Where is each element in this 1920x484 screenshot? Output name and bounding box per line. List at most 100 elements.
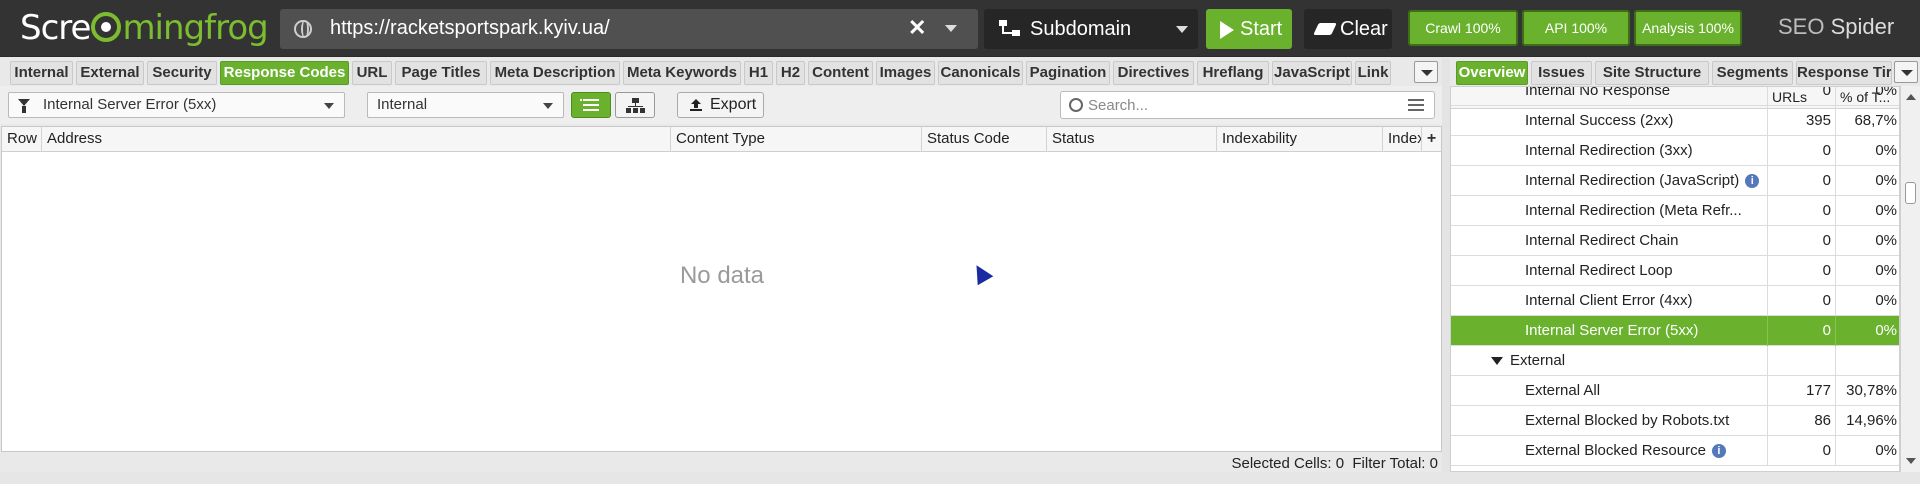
overview-row[interactable]: Internal Success (2xx) 395 68,7%	[1451, 106, 1899, 136]
more-tabs-chevron-icon[interactable]	[1414, 61, 1438, 83]
tab-hreflang[interactable]: Hreflang	[1197, 61, 1269, 85]
overview-row-label: Internal Redirection (3xx)	[1525, 142, 1693, 159]
overview-row[interactable]: External All 177 30,78%	[1451, 376, 1899, 406]
url-field[interactable]: https://racketsportspark.kyiv.ua/ ✕	[280, 9, 978, 49]
overview-row[interactable]: Internal Redirect Loop 0 0%	[1451, 256, 1899, 286]
tab-response-times[interactable]: Response Tir	[1796, 61, 1892, 85]
tab-url[interactable]: URL	[352, 61, 392, 85]
tab-h2[interactable]: H2	[776, 61, 805, 85]
tab-link[interactable]: Link	[1355, 61, 1391, 85]
table-header: Row Address Content Type Status Code Sta…	[2, 127, 1441, 152]
tree-view-button[interactable]	[615, 92, 655, 118]
tab-meta-description[interactable]: Meta Description	[490, 61, 620, 85]
overview-row[interactable]: Internal Client Error (4xx) 0 0%	[1451, 286, 1899, 316]
overview-row-label: Internal Server Error (5xx)	[1525, 322, 1699, 339]
overview-row-label: External Blocked by Robots.txt	[1525, 412, 1730, 429]
tab-external[interactable]: External	[76, 61, 144, 85]
tab-response-codes[interactable]: Response Codes	[220, 61, 349, 85]
filter-toolbar: Internal Server Error (5xx) Internal Exp…	[0, 86, 1442, 124]
tab-meta-keywords[interactable]: Meta Keywords	[623, 61, 741, 85]
clear-url-icon[interactable]: ✕	[908, 15, 926, 41]
results-table: Row Address Content Type Status Code Sta…	[1, 126, 1442, 452]
overview-row-urls: 0	[1767, 87, 1835, 106]
overview-row[interactable]: Internal Server Error (5xx) 0 0%	[1451, 316, 1899, 346]
side-tab-bar: Overview Issues Site Structure Segments …	[1450, 58, 1920, 86]
scope-select[interactable]: Internal	[367, 92, 564, 118]
more-side-tabs-chevron-icon[interactable]	[1894, 61, 1918, 83]
tab-h1[interactable]: H1	[744, 61, 773, 85]
tab-pagination[interactable]: Pagination	[1026, 61, 1110, 85]
overview-row-label: External	[1510, 352, 1566, 369]
tab-security[interactable]: Security	[147, 61, 217, 85]
scroll-down-icon[interactable]	[1906, 458, 1916, 464]
column-header-content-type[interactable]: Content Type	[671, 127, 922, 152]
expand-triangle-icon[interactable]	[1491, 357, 1503, 365]
overview-row-label: Internal Client Error (4xx)	[1525, 292, 1693, 309]
info-icon[interactable]: i	[1745, 174, 1760, 188]
tab-segments[interactable]: Segments	[1712, 61, 1793, 85]
list-view-icon	[580, 99, 582, 101]
tab-images[interactable]: Images	[876, 61, 935, 85]
overview-row-percent: 0%	[1835, 286, 1899, 316]
start-label: Start	[1240, 18, 1283, 40]
overview-row[interactable]: Internal Redirection (Meta Refr... 0 0%	[1451, 196, 1899, 226]
overview-scrollbar[interactable]	[1900, 86, 1920, 472]
chevron-down-icon	[1176, 26, 1188, 33]
scroll-up-icon[interactable]	[1906, 94, 1916, 100]
start-button[interactable]: Start	[1206, 9, 1292, 49]
overview-row-urls: 0	[1767, 316, 1835, 346]
eraser-icon	[1313, 23, 1337, 35]
overview-row-label: Internal Redirection (JavaScript) i	[1525, 166, 1761, 195]
overview-row-urls: 0	[1767, 256, 1835, 286]
filter-select[interactable]: Internal Server Error (5xx)	[8, 92, 345, 118]
overview-row-urls: 0	[1767, 136, 1835, 166]
tab-internal[interactable]: Internal	[10, 61, 73, 85]
url-input[interactable]: https://racketsportspark.kyiv.ua/	[330, 17, 610, 40]
export-button[interactable]: Export	[677, 92, 764, 118]
tab-directives[interactable]: Directives	[1113, 61, 1194, 85]
overview-row[interactable]: External Blocked by Robots.txt 86 14,96%	[1451, 406, 1899, 436]
search-options-icon[interactable]	[1408, 99, 1424, 111]
tab-javascript[interactable]: JavaScript	[1272, 61, 1352, 85]
main-tab-bar: Internal External Security Response Code…	[6, 58, 1440, 86]
overview-row[interactable]: Internal Redirection (JavaScript) i 0 0%	[1451, 166, 1899, 196]
tab-page-titles[interactable]: Page Titles	[395, 61, 487, 85]
column-header-status[interactable]: Status	[1047, 127, 1217, 152]
overview-row-percent: 0%	[1835, 316, 1899, 346]
overview-row[interactable]: Internal Redirect Chain 0 0%	[1451, 226, 1899, 256]
add-column-icon[interactable]: +	[1422, 127, 1441, 152]
overview-row-percent: 30,78%	[1835, 376, 1899, 406]
overview-row-percent: 0%	[1835, 436, 1899, 466]
crawl-mode-label: Subdomain	[1030, 18, 1132, 40]
url-history-dropdown-icon[interactable]	[945, 25, 957, 32]
search-input[interactable]: Search...	[1088, 97, 1148, 114]
brand-spider: Spider	[1830, 14, 1895, 39]
overview-panel: URLs % of T... Internal No Response 0 0% In…	[1450, 86, 1900, 472]
list-view-button[interactable]	[571, 92, 611, 118]
scrollbar-thumb[interactable]	[1905, 182, 1916, 204]
tab-site-structure[interactable]: Site Structure	[1595, 61, 1709, 85]
frog-logo-icon	[91, 12, 122, 42]
column-header-status-code[interactable]: Status Code	[922, 127, 1047, 152]
filter-select-value: Internal Server Error (5xx)	[43, 96, 217, 113]
overview-row-urls: 86	[1767, 406, 1835, 436]
panel-splitter[interactable]	[1442, 58, 1450, 484]
overview-row-label: Internal Redirect Loop	[1525, 262, 1673, 279]
overview-row-percent: 14,96%	[1835, 406, 1899, 436]
tree-group-row[interactable]: External	[1451, 346, 1899, 376]
tab-canonicals[interactable]: Canonicals	[938, 61, 1023, 85]
info-icon[interactable]: i	[1711, 444, 1726, 458]
column-header-address[interactable]: Address	[42, 127, 671, 152]
crawl-mode-select[interactable]: Subdomain	[984, 9, 1198, 49]
overview-row[interactable]: Internal No Response 0 0%	[1451, 87, 1899, 106]
column-header-indexability-status[interactable]: Indexa	[1383, 127, 1422, 152]
tab-overview[interactable]: Overview	[1456, 61, 1528, 85]
overview-row[interactable]: External Blocked Resource i 0 0%	[1451, 436, 1899, 466]
search-field[interactable]: Search...	[1060, 91, 1435, 119]
tab-issues[interactable]: Issues	[1531, 61, 1592, 85]
column-header-indexability[interactable]: Indexability	[1217, 127, 1383, 152]
column-header-row[interactable]: Row	[2, 127, 42, 152]
tab-content[interactable]: Content	[808, 61, 873, 85]
clear-button[interactable]: Clear	[1304, 9, 1392, 49]
overview-row[interactable]: Internal Redirection (3xx) 0 0%	[1451, 136, 1899, 166]
